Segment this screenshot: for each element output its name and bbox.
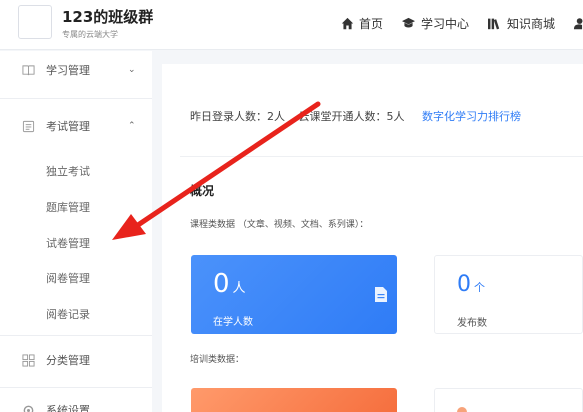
sidebar-item-label: 学习管理 xyxy=(46,64,90,77)
sidebar-item-system-settings[interactable]: 系统设置 xyxy=(0,403,152,412)
sidebar-item-exam-management[interactable]: 考试管理 ⌃ xyxy=(0,119,152,133)
nav-home[interactable]: 首页 xyxy=(341,15,383,32)
nav-user[interactable] xyxy=(573,17,583,30)
learners-card[interactable]: 0人 在学人数 xyxy=(191,255,397,334)
learners-count: 0人 xyxy=(213,269,246,304)
nav-knowledge-mall-label: 知识商城 xyxy=(506,16,555,31)
nav-knowledge-mall[interactable]: 知识商城 xyxy=(487,15,555,32)
sidebar: 学习管理 ⌄ 考试管理 ⌃ 独立考试 题库管理 试卷管理 阅卷管理 阅卷记录 分… xyxy=(0,51,152,412)
training-card-secondary[interactable] xyxy=(434,388,583,412)
learning-rank-link[interactable]: 数字化学习力排行榜 xyxy=(422,110,521,123)
sidebar-item-grading-management[interactable]: 阅卷管理 xyxy=(46,270,90,286)
training-card[interactable] xyxy=(191,388,397,412)
home-icon xyxy=(341,17,354,29)
sidebar-item-label: 分类管理 xyxy=(46,354,90,367)
book-icon xyxy=(22,65,35,76)
books-icon xyxy=(487,18,500,29)
overview-title: 概况 xyxy=(190,184,215,198)
chevron-down-icon: ⌄ xyxy=(128,65,136,75)
cloud-count-label: 云课堂开通人数： xyxy=(298,110,387,123)
login-count-label: 昨日登录人数： xyxy=(190,110,267,123)
cloud-count-value: 5人 xyxy=(386,110,405,123)
nav-learning-center-label: 学习中心 xyxy=(420,16,469,31)
group-logo[interactable] xyxy=(18,5,52,39)
sidebar-item-category-management[interactable]: 分类管理 xyxy=(0,353,152,367)
training-data-caption: 培训类数据： xyxy=(190,355,245,365)
grid-icon xyxy=(22,354,35,367)
group-subtitle: 专属的云端大学 xyxy=(62,30,118,39)
published-count: 0个 xyxy=(457,270,485,303)
published-count-unit: 个 xyxy=(474,281,485,294)
course-data-caption: 课程类数据 （文章、视频、文档、系列课）： xyxy=(190,220,369,230)
group-title: 123的班级群 xyxy=(62,8,154,26)
published-count-value: 0 xyxy=(457,272,471,297)
sidebar-item-question-bank[interactable]: 题库管理 xyxy=(46,199,90,215)
top-nav: 首页 学习中心 知识商城 xyxy=(341,0,583,46)
main-panel: 昨日登录人数：2人 云课堂开通人数：5人 数字化学习力排行榜 概况 课程类数据 … xyxy=(162,64,583,412)
published-label: 发布数 xyxy=(457,318,487,329)
gear-icon xyxy=(23,405,34,412)
content-divider xyxy=(180,156,583,157)
sidebar-item-independent-exam[interactable]: 独立考试 xyxy=(46,163,90,179)
learners-label: 在学人数 xyxy=(213,317,253,328)
sidebar-divider xyxy=(0,387,152,388)
nav-home-label: 首页 xyxy=(358,16,383,31)
graduation-cap-icon xyxy=(401,17,415,27)
learners-count-unit: 人 xyxy=(232,281,246,296)
sidebar-item-learning-management[interactable]: 学习管理 ⌄ xyxy=(0,63,152,77)
document-icon xyxy=(375,287,387,302)
login-count-value: 2人 xyxy=(267,110,285,123)
sidebar-item-label: 考试管理 xyxy=(46,120,90,133)
sidebar-item-paper-management[interactable]: 试卷管理 xyxy=(46,235,90,251)
sidebar-divider xyxy=(0,335,152,336)
stats-line: 昨日登录人数：2人 云课堂开通人数：5人 数字化学习力排行榜 xyxy=(190,108,521,124)
published-card[interactable]: 0个 发布数 xyxy=(434,255,583,334)
nav-learning-center[interactable]: 学习中心 xyxy=(401,15,469,32)
sidebar-item-label: 系统设置 xyxy=(46,404,90,412)
top-header: 123的班级群 专属的云端大学 首页 学习中心 知识商城 xyxy=(0,0,583,50)
training-indicator-icon xyxy=(457,407,467,412)
exam-icon xyxy=(22,120,35,133)
sidebar-item-grading-records[interactable]: 阅卷记录 xyxy=(46,306,90,322)
learners-count-value: 0 xyxy=(213,269,230,299)
user-icon xyxy=(573,17,583,29)
chevron-up-icon: ⌃ xyxy=(128,121,136,131)
sidebar-divider xyxy=(0,98,152,99)
